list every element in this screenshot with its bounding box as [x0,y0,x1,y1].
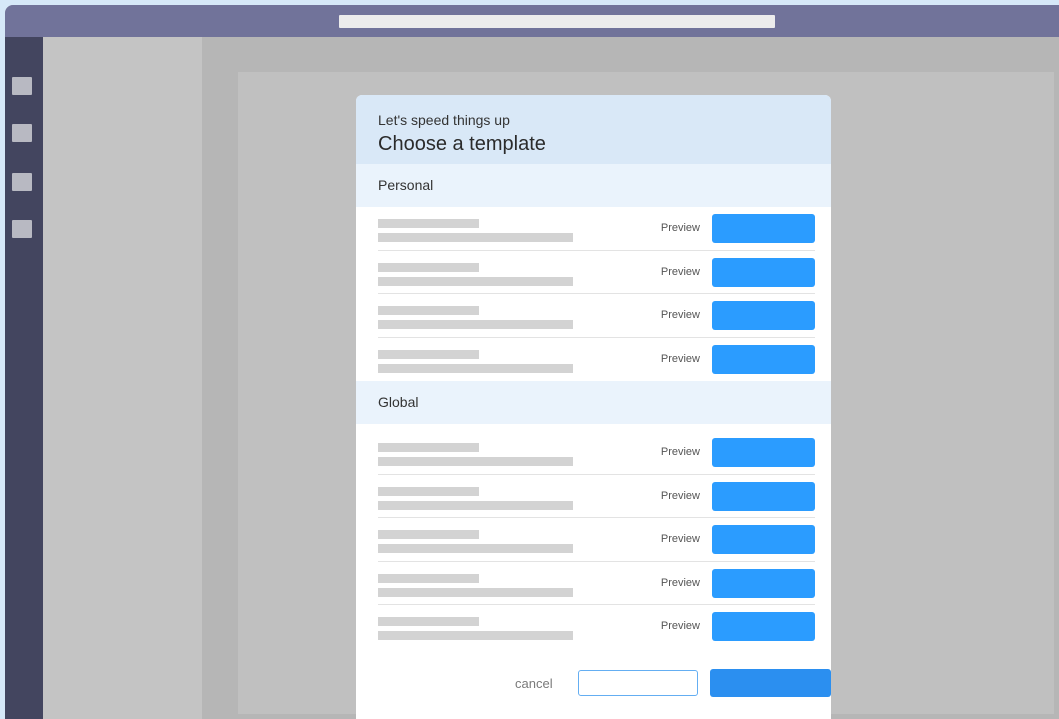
template-name-placeholder [378,443,479,452]
template-row: Preview [378,518,815,562]
secondary-button[interactable] [578,670,698,696]
preview-link[interactable]: Preview [661,489,700,503]
template-row: Preview [378,475,815,518]
preview-link[interactable]: Preview [661,265,700,279]
preview-link[interactable]: Preview [661,221,700,235]
preview-link[interactable]: Preview [661,352,700,366]
template-description-placeholder [378,457,573,466]
dialog-title: Choose a template [378,133,546,155]
title-bar [5,5,1059,37]
dialog-header: Let's speed things up Choose a template [356,95,831,164]
select-template-button[interactable] [712,525,815,554]
template-row: Preview [378,605,815,649]
sidebar-item-1-icon[interactable] [12,77,32,95]
dialog-footer: cancel [356,659,831,719]
template-description-placeholder [378,631,573,640]
template-name-placeholder [378,617,479,626]
template-name-placeholder [378,486,479,496]
template-description-placeholder [378,233,573,242]
preview-link[interactable]: Preview [661,532,700,546]
select-template-button[interactable] [712,438,815,467]
template-row: Preview [378,251,815,294]
template-name-placeholder [378,573,479,583]
personal-template-list: Preview Preview Preview Preview [356,207,831,381]
preview-link[interactable]: Preview [661,576,700,590]
dialog-subtitle: Let's speed things up [378,112,510,128]
section-header-personal: Personal [356,164,831,207]
primary-button[interactable] [710,669,831,697]
template-description-placeholder [378,320,573,329]
select-template-button[interactable] [712,257,815,287]
sidebar-item-3-icon[interactable] [12,173,32,191]
select-template-button[interactable] [712,344,815,374]
template-name-placeholder [378,530,479,539]
template-description-placeholder [378,500,573,510]
global-template-list: Preview Preview Preview Preview Preview [356,431,831,649]
preview-link[interactable]: Preview [661,445,700,459]
select-template-button[interactable] [712,481,815,511]
cancel-link[interactable]: cancel [515,676,553,692]
template-description-placeholder [378,587,573,597]
template-row: Preview [378,562,815,605]
template-name-placeholder [378,349,479,359]
sidebar-item-2-icon[interactable] [12,124,32,142]
select-template-button[interactable] [712,568,815,598]
template-row: Preview [378,294,815,338]
app-sidebar [5,37,43,719]
sidebar-item-4-icon[interactable] [12,220,32,238]
template-description-placeholder [378,363,573,373]
template-description-placeholder [378,544,573,553]
select-template-button[interactable] [712,301,815,330]
preview-link[interactable]: Preview [661,308,700,322]
template-name-placeholder [378,306,479,315]
template-name-placeholder [378,262,479,272]
select-template-button[interactable] [712,214,815,243]
template-row: Preview [378,338,815,382]
address-bar-placeholder[interactable] [339,15,775,28]
template-row: Preview [378,207,815,251]
preview-link[interactable]: Preview [661,619,700,633]
choose-template-dialog: Let's speed things up Choose a template … [356,95,831,719]
section-header-global: Global [356,381,831,424]
select-template-button[interactable] [712,612,815,641]
template-name-placeholder [378,219,479,228]
template-row: Preview [378,431,815,475]
template-description-placeholder [378,276,573,286]
